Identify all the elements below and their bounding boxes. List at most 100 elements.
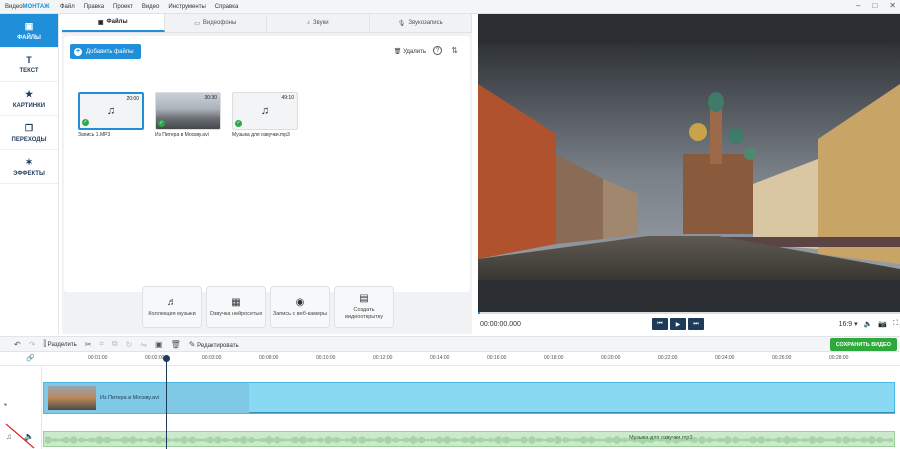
audio-clip[interactable]: Музыка для озвучки.mp3: [43, 431, 895, 447]
ai-voice-button[interactable]: ▦ Озвучка нейросетью: [206, 286, 266, 328]
link-icon[interactable]: 🔗: [26, 354, 35, 362]
file-item[interactable]: ♫ 49:10 ✓ Музыка для озвучки.mp3: [232, 92, 298, 138]
ruler-label: 00:26:00: [772, 355, 792, 361]
app-name-prefix: Видео: [5, 3, 23, 10]
menu-edit[interactable]: Правка: [84, 4, 104, 10]
tab-files[interactable]: ▣ Файлы: [62, 14, 165, 32]
play-icon[interactable]: ▶: [670, 318, 686, 330]
video-clip[interactable]: Из Питера в Москву.avi: [43, 382, 895, 414]
sidebar: ▣ ФАЙЛЫ T ТЕКСТ ★ КАРТИНКИ ❐ ПЕРЕХОДЫ ✶ …: [0, 14, 59, 334]
tab-video-backgrounds[interactable]: ▭ Видеофоны: [165, 14, 267, 32]
video-preview[interactable]: [478, 14, 900, 312]
ruler-label: 00:08:00: [259, 355, 279, 361]
close-icon[interactable]: ✕: [889, 1, 896, 10]
sidebar-item-transitions[interactable]: ❐ ПЕРЕХОДЫ: [0, 116, 58, 150]
create-postcard-button[interactable]: ▤ Создать видеооткрытку: [334, 286, 394, 328]
ruler-label: 00:22:00: [658, 355, 678, 361]
app-name-brand: МОНТАЖ: [22, 3, 50, 10]
file-item[interactable]: 30:30 ✓ Из Питера в Москву.avi: [155, 92, 221, 138]
postcard-icon: ▤: [359, 293, 369, 305]
previous-icon[interactable]: ⏮: [652, 318, 668, 330]
audio-clip-title: Музыка для озвучки.mp3: [629, 435, 693, 441]
file-thumbnail[interactable]: ♫ 49:10 ✓: [232, 92, 298, 130]
text-icon: T: [26, 55, 32, 65]
snapshot-icon[interactable]: 📷: [878, 320, 887, 328]
clip-volume-line[interactable]: [249, 412, 895, 413]
delete-icon[interactable]: 🗑: [171, 340, 181, 349]
webcam-record-button[interactable]: ◉ Запись с веб-камеры: [270, 286, 330, 328]
next-icon[interactable]: ⏭: [688, 318, 704, 330]
file-thumbnail[interactable]: ♫ 20:00 ✓: [78, 92, 144, 130]
help-icon[interactable]: ?: [433, 46, 442, 55]
timeline-tracks[interactable]: Из Питера в Москву.avi Музыка для озвучк…: [42, 366, 900, 449]
progress-fill: [478, 312, 480, 314]
menu-tools[interactable]: Инструменты: [168, 4, 205, 10]
tab-sounds[interactable]: ♪ Звуки: [267, 14, 370, 32]
redo-icon[interactable]: ↷: [29, 340, 36, 349]
edit-button[interactable]: ✎ Редактировать: [189, 340, 239, 349]
sidebar-item-effects[interactable]: ✶ ЭФФЕКТЫ: [0, 150, 58, 184]
playhead-handle[interactable]: [163, 355, 170, 362]
ai-voice-icon: ▦: [231, 296, 241, 308]
add-files-label: Добавить файлы: [86, 48, 134, 55]
file-thumbnail[interactable]: 30:30 ✓: [155, 92, 221, 130]
file-name: Запись 1.MP3: [78, 132, 111, 138]
ruler-label: 00:18:00: [544, 355, 564, 361]
timeline-toolbar: ↶ ↷ ⫿ Разделить ✂ ⌗ ⧉ ↻ ⇋ ▣ 🗑 ✎ Редактир…: [0, 336, 900, 352]
volume-icon[interactable]: 🔈: [864, 320, 873, 328]
sidebar-item-label: ФАЙЛЫ: [17, 34, 41, 41]
menu-project[interactable]: Проект: [113, 4, 133, 10]
flip-icon[interactable]: ⇋: [140, 340, 147, 349]
pencil-icon: ✎: [188, 339, 196, 349]
check-icon: ✓: [235, 120, 242, 127]
tab-voice-recording[interactable]: 🎙 Звукозапись: [370, 14, 472, 32]
star-icon: ★: [24, 88, 34, 99]
transitions-icon: ❐: [24, 122, 34, 133]
ruler-label: 00:01:00: [88, 355, 108, 361]
file-duration: 49:10: [281, 95, 294, 101]
timeline-ruler[interactable]: 00:01:00 00:02:00 00:03:00 00:08:00 00:1…: [0, 353, 900, 366]
delete-button[interactable]: 🗑 Удалить: [394, 48, 426, 55]
undo-icon[interactable]: ↶: [14, 340, 21, 349]
sidebar-item-files[interactable]: ▣ ФАЙЛЫ: [0, 14, 58, 48]
check-icon: ✓: [158, 120, 165, 127]
crop-icon[interactable]: ⌗: [99, 339, 104, 349]
music-collection-button[interactable]: ♬ Коллекция музыки: [142, 286, 202, 328]
maximize-icon[interactable]: □: [872, 1, 877, 10]
tool-label: Коллекция музыки: [148, 310, 196, 317]
plus-icon: +: [74, 47, 82, 56]
split-label: Разделить: [47, 342, 77, 348]
sidebar-item-label: ТЕКСТ: [19, 68, 39, 74]
menu-file[interactable]: Файл: [60, 4, 75, 10]
fullscreen-icon[interactable]: ⛶: [893, 320, 898, 328]
sounds-icon: ♪: [306, 20, 310, 26]
ruler-label: 00:28:00: [829, 355, 849, 361]
menu-video[interactable]: Видео: [142, 4, 160, 10]
sidebar-item-pictures[interactable]: ★ КАРТИНКИ: [0, 82, 58, 116]
save-video-button[interactable]: СОХРАНИТЬ ВИДЕО: [829, 338, 897, 351]
track-headers: 🔗 ▪ ♫ 🔈: [0, 355, 42, 449]
playhead[interactable]: [163, 355, 170, 449]
current-time: 00:00:00.000: [480, 320, 521, 328]
ruler-label: 00:03:00: [202, 355, 222, 361]
split-button[interactable]: ⫿ Разделить: [43, 339, 76, 349]
aspect-ratio-select[interactable]: 16:9 ▾: [839, 320, 858, 328]
trash-icon: 🗑: [393, 49, 402, 55]
minimize-icon[interactable]: –: [856, 1, 860, 10]
sidebar-item-text[interactable]: T ТЕКСТ: [0, 48, 58, 82]
clip-title: Из Питера в Москву.avi: [100, 395, 160, 401]
tool-label: Запись с веб-камеры: [272, 310, 328, 317]
file-item[interactable]: ♫ 20:00 ✓ Запись 1.MP3: [78, 92, 144, 138]
files-icon: ▣: [24, 20, 34, 31]
quick-tools: ♬ Коллекция музыки ▦ Озвучка нейросетью …: [142, 286, 394, 328]
preview-progress-bar[interactable]: [478, 312, 900, 314]
menu-help[interactable]: Справка: [215, 4, 239, 10]
rotate-icon[interactable]: ↻: [126, 340, 133, 349]
cut-icon[interactable]: ✂: [85, 340, 92, 349]
app-logo: ВидеоМОНТАЖ: [0, 4, 60, 10]
ruler-label: 00:14:00: [430, 355, 450, 361]
sort-icon[interactable]: ⇅: [451, 46, 458, 55]
save-frame-icon[interactable]: ▣: [155, 340, 163, 349]
add-files-button[interactable]: + Добавить файлы: [70, 44, 141, 59]
copy-icon[interactable]: ⧉: [112, 339, 118, 349]
